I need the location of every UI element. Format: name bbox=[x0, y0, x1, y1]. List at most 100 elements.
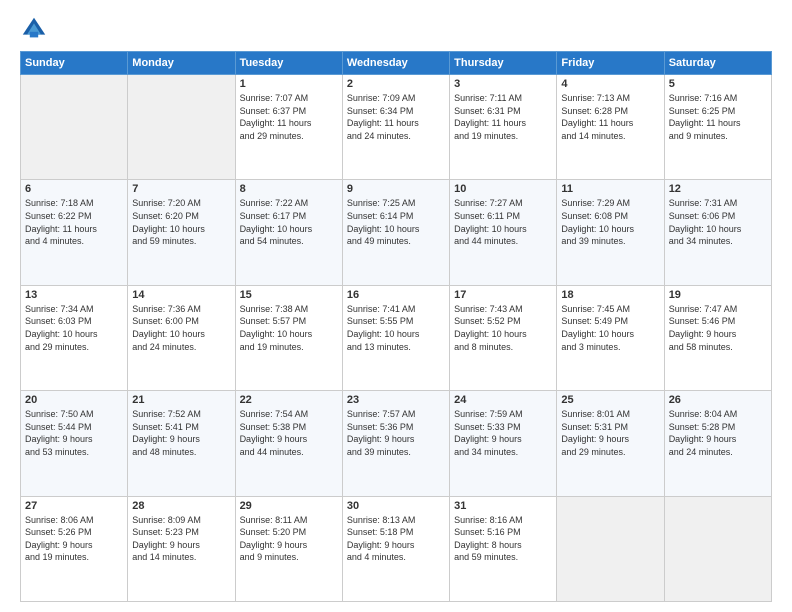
day-info: Sunrise: 8:11 AM Sunset: 5:20 PM Dayligh… bbox=[240, 514, 338, 564]
day-number: 23 bbox=[347, 394, 445, 406]
calendar-header-tuesday: Tuesday bbox=[235, 52, 342, 75]
calendar-cell: 5 Sunrise: 7:16 AM Sunset: 6:25 PM Daylig… bbox=[664, 75, 771, 180]
day-number: 26 bbox=[669, 394, 767, 406]
day-info: Sunrise: 7:59 AM Sunset: 5:33 PM Dayligh… bbox=[454, 408, 552, 458]
calendar-cell bbox=[557, 496, 664, 601]
day-info: Sunrise: 8:09 AM Sunset: 5:23 PM Dayligh… bbox=[132, 514, 230, 564]
day-info: Sunrise: 7:13 AM Sunset: 6:28 PM Dayligh… bbox=[561, 92, 659, 142]
calendar-cell bbox=[21, 75, 128, 180]
calendar-week-1: 1 Sunrise: 7:07 AM Sunset: 6:37 PM Daylig… bbox=[21, 75, 772, 180]
logo-icon bbox=[20, 15, 48, 43]
calendar-cell: 18 Sunrise: 7:45 AM Sunset: 5:49 PM Dayli… bbox=[557, 285, 664, 390]
day-info: Sunrise: 8:01 AM Sunset: 5:31 PM Dayligh… bbox=[561, 408, 659, 458]
calendar-cell bbox=[664, 496, 771, 601]
day-number: 1 bbox=[240, 78, 338, 90]
day-number: 21 bbox=[132, 394, 230, 406]
logo bbox=[20, 15, 52, 43]
calendar-cell: 23 Sunrise: 7:57 AM Sunset: 5:36 PM Dayli… bbox=[342, 391, 449, 496]
day-number: 5 bbox=[669, 78, 767, 90]
calendar-cell: 16 Sunrise: 7:41 AM Sunset: 5:55 PM Dayli… bbox=[342, 285, 449, 390]
calendar-cell: 21 Sunrise: 7:52 AM Sunset: 5:41 PM Dayli… bbox=[128, 391, 235, 496]
day-info: Sunrise: 7:20 AM Sunset: 6:20 PM Dayligh… bbox=[132, 197, 230, 247]
calendar-cell bbox=[128, 75, 235, 180]
day-info: Sunrise: 7:07 AM Sunset: 6:37 PM Dayligh… bbox=[240, 92, 338, 142]
day-info: Sunrise: 8:06 AM Sunset: 5:26 PM Dayligh… bbox=[25, 514, 123, 564]
day-info: Sunrise: 7:52 AM Sunset: 5:41 PM Dayligh… bbox=[132, 408, 230, 458]
day-number: 25 bbox=[561, 394, 659, 406]
day-number: 17 bbox=[454, 289, 552, 301]
day-info: Sunrise: 7:43 AM Sunset: 5:52 PM Dayligh… bbox=[454, 303, 552, 353]
calendar-header-row: SundayMondayTuesdayWednesdayThursdayFrid… bbox=[21, 52, 772, 75]
day-info: Sunrise: 7:16 AM Sunset: 6:25 PM Dayligh… bbox=[669, 92, 767, 142]
day-number: 18 bbox=[561, 289, 659, 301]
day-number: 2 bbox=[347, 78, 445, 90]
day-info: Sunrise: 7:45 AM Sunset: 5:49 PM Dayligh… bbox=[561, 303, 659, 353]
calendar-cell: 3 Sunrise: 7:11 AM Sunset: 6:31 PM Daylig… bbox=[450, 75, 557, 180]
day-number: 6 bbox=[25, 183, 123, 195]
day-number: 16 bbox=[347, 289, 445, 301]
calendar-cell: 10 Sunrise: 7:27 AM Sunset: 6:11 PM Dayli… bbox=[450, 180, 557, 285]
day-info: Sunrise: 7:38 AM Sunset: 5:57 PM Dayligh… bbox=[240, 303, 338, 353]
calendar-cell: 22Sunrise: 7:54 AM Sunset: 5:38 PM Dayli… bbox=[235, 391, 342, 496]
day-number: 11 bbox=[561, 183, 659, 195]
calendar-cell: 29 Sunrise: 8:11 AM Sunset: 5:20 PM Dayli… bbox=[235, 496, 342, 601]
calendar-cell: 15 Sunrise: 7:38 AM Sunset: 5:57 PM Dayli… bbox=[235, 285, 342, 390]
day-info: Sunrise: 7:36 AM Sunset: 6:00 PM Dayligh… bbox=[132, 303, 230, 353]
calendar-cell: 8 Sunrise: 7:22 AM Sunset: 6:17 PM Daylig… bbox=[235, 180, 342, 285]
calendar-header-saturday: Saturday bbox=[664, 52, 771, 75]
calendar-cell: 7 Sunrise: 7:20 AM Sunset: 6:20 PM Daylig… bbox=[128, 180, 235, 285]
day-info: Sunrise: 7:22 AM Sunset: 6:17 PM Dayligh… bbox=[240, 197, 338, 247]
day-info: Sunrise: 8:16 AM Sunset: 5:16 PM Dayligh… bbox=[454, 514, 552, 564]
day-info: Sunrise: 7:11 AM Sunset: 6:31 PM Dayligh… bbox=[454, 92, 552, 142]
day-number: 15 bbox=[240, 289, 338, 301]
day-info: Sunrise: 7:29 AM Sunset: 6:08 PM Dayligh… bbox=[561, 197, 659, 247]
day-number: 12 bbox=[669, 183, 767, 195]
calendar-week-5: 27Sunrise: 8:06 AM Sunset: 5:26 PM Dayli… bbox=[21, 496, 772, 601]
calendar-header-thursday: Thursday bbox=[450, 52, 557, 75]
header bbox=[20, 15, 772, 43]
calendar-cell: 11 Sunrise: 7:29 AM Sunset: 6:08 PM Dayli… bbox=[557, 180, 664, 285]
day-info: Sunrise: 7:31 AM Sunset: 6:06 PM Dayligh… bbox=[669, 197, 767, 247]
calendar: SundayMondayTuesdayWednesdayThursdayFrid… bbox=[20, 51, 772, 602]
day-number: 10 bbox=[454, 183, 552, 195]
day-number: 20 bbox=[25, 394, 123, 406]
calendar-cell: 20 Sunrise: 7:50 AM Sunset: 5:44 PM Dayli… bbox=[21, 391, 128, 496]
day-info: Sunrise: 7:41 AM Sunset: 5:55 PM Dayligh… bbox=[347, 303, 445, 353]
calendar-cell: 31Sunrise: 8:16 AM Sunset: 5:16 PM Dayli… bbox=[450, 496, 557, 601]
calendar-cell: 1 Sunrise: 7:07 AM Sunset: 6:37 PM Daylig… bbox=[235, 75, 342, 180]
calendar-cell: 2Sunrise: 7:09 AM Sunset: 6:34 PM Daylig… bbox=[342, 75, 449, 180]
day-number: 19 bbox=[669, 289, 767, 301]
day-number: 9 bbox=[347, 183, 445, 195]
day-info: Sunrise: 8:04 AM Sunset: 5:28 PM Dayligh… bbox=[669, 408, 767, 458]
calendar-cell: 27Sunrise: 8:06 AM Sunset: 5:26 PM Dayli… bbox=[21, 496, 128, 601]
calendar-cell: 14Sunrise: 7:36 AM Sunset: 6:00 PM Dayli… bbox=[128, 285, 235, 390]
day-number: 24 bbox=[454, 394, 552, 406]
day-info: Sunrise: 7:57 AM Sunset: 5:36 PM Dayligh… bbox=[347, 408, 445, 458]
day-info: Sunrise: 7:47 AM Sunset: 5:46 PM Dayligh… bbox=[669, 303, 767, 353]
day-info: Sunrise: 7:25 AM Sunset: 6:14 PM Dayligh… bbox=[347, 197, 445, 247]
day-number: 4 bbox=[561, 78, 659, 90]
day-number: 30 bbox=[347, 500, 445, 512]
day-number: 3 bbox=[454, 78, 552, 90]
calendar-week-2: 6 Sunrise: 7:18 AM Sunset: 6:22 PM Daylig… bbox=[21, 180, 772, 285]
day-info: Sunrise: 7:18 AM Sunset: 6:22 PM Dayligh… bbox=[25, 197, 123, 247]
calendar-week-4: 20 Sunrise: 7:50 AM Sunset: 5:44 PM Dayli… bbox=[21, 391, 772, 496]
day-number: 28 bbox=[132, 500, 230, 512]
day-number: 8 bbox=[240, 183, 338, 195]
calendar-cell: 4 Sunrise: 7:13 AM Sunset: 6:28 PM Daylig… bbox=[557, 75, 664, 180]
day-info: Sunrise: 7:34 AM Sunset: 6:03 PM Dayligh… bbox=[25, 303, 123, 353]
day-number: 22 bbox=[240, 394, 338, 406]
calendar-header-monday: Monday bbox=[128, 52, 235, 75]
day-number: 7 bbox=[132, 183, 230, 195]
calendar-week-3: 13Sunrise: 7:34 AM Sunset: 6:03 PM Dayli… bbox=[21, 285, 772, 390]
calendar-cell: 13Sunrise: 7:34 AM Sunset: 6:03 PM Dayli… bbox=[21, 285, 128, 390]
day-info: Sunrise: 7:27 AM Sunset: 6:11 PM Dayligh… bbox=[454, 197, 552, 247]
calendar-cell: 9 Sunrise: 7:25 AM Sunset: 6:14 PM Daylig… bbox=[342, 180, 449, 285]
page: SundayMondayTuesdayWednesdayThursdayFrid… bbox=[0, 0, 792, 612]
calendar-cell: 17 Sunrise: 7:43 AM Sunset: 5:52 PM Dayli… bbox=[450, 285, 557, 390]
calendar-header-sunday: Sunday bbox=[21, 52, 128, 75]
calendar-cell: 12 Sunrise: 7:31 AM Sunset: 6:06 PM Dayli… bbox=[664, 180, 771, 285]
day-number: 29 bbox=[240, 500, 338, 512]
day-info: Sunrise: 7:50 AM Sunset: 5:44 PM Dayligh… bbox=[25, 408, 123, 458]
calendar-cell: 6 Sunrise: 7:18 AM Sunset: 6:22 PM Daylig… bbox=[21, 180, 128, 285]
